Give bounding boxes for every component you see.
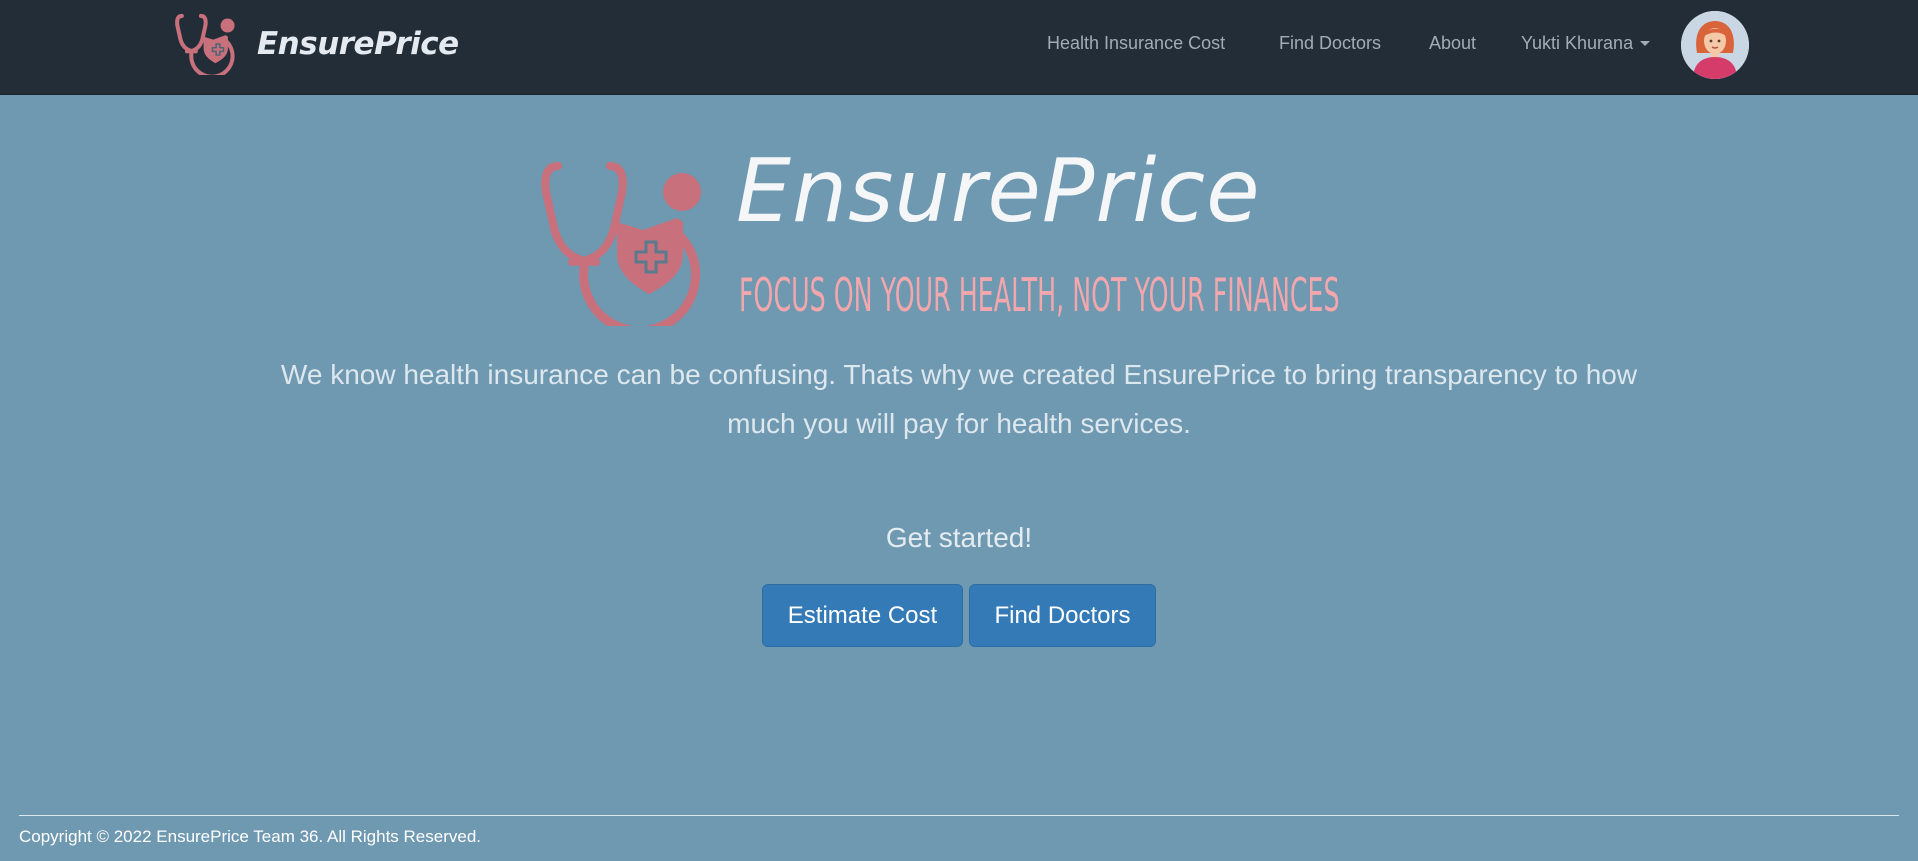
get-started-heading: Get started!: [885, 522, 1033, 553]
nav-link-about[interactable]: About: [1429, 33, 1476, 54]
brand-link[interactable]: EnsurePrice: [175, 13, 459, 75]
hero-title: EnsurePrice: [736, 140, 1261, 242]
user-menu-label: Yukti Khurana: [1521, 33, 1634, 53]
nav-link-health-insurance-cost[interactable]: Health Insurance Cost: [1047, 33, 1225, 54]
hero-description-text: We know health insurance can be confusin…: [280, 359, 1638, 439]
hero-tagline: FOCUS ON YOUR HEALTH, NOT YOUR FINANCES: [739, 268, 1340, 322]
brand-name: EnsurePrice: [257, 26, 459, 62]
nav-link-find-doctors[interactable]: Find Doctors: [1279, 33, 1381, 54]
top-navbar: EnsurePrice Health Insurance Cost Find D…: [0, 0, 1918, 95]
stethoscope-shield-icon: [175, 13, 235, 75]
hero-description: We know health insurance can be confusin…: [0, 350, 1918, 448]
user-avatar[interactable]: [1681, 11, 1749, 79]
stethoscope-shield-icon: [541, 162, 701, 326]
estimate-cost-button[interactable]: Estimate Cost: [762, 584, 963, 647]
avatar-illustration: [1681, 11, 1749, 79]
user-menu-dropdown[interactable]: Yukti Khurana: [1521, 33, 1651, 54]
footer-copyright: Copyright © 2022 EnsurePrice Team 36. Al…: [19, 827, 481, 846]
footer-divider: [19, 815, 1899, 816]
caret-down-icon: [1640, 40, 1651, 46]
find-doctors-button[interactable]: Find Doctors: [969, 584, 1156, 647]
